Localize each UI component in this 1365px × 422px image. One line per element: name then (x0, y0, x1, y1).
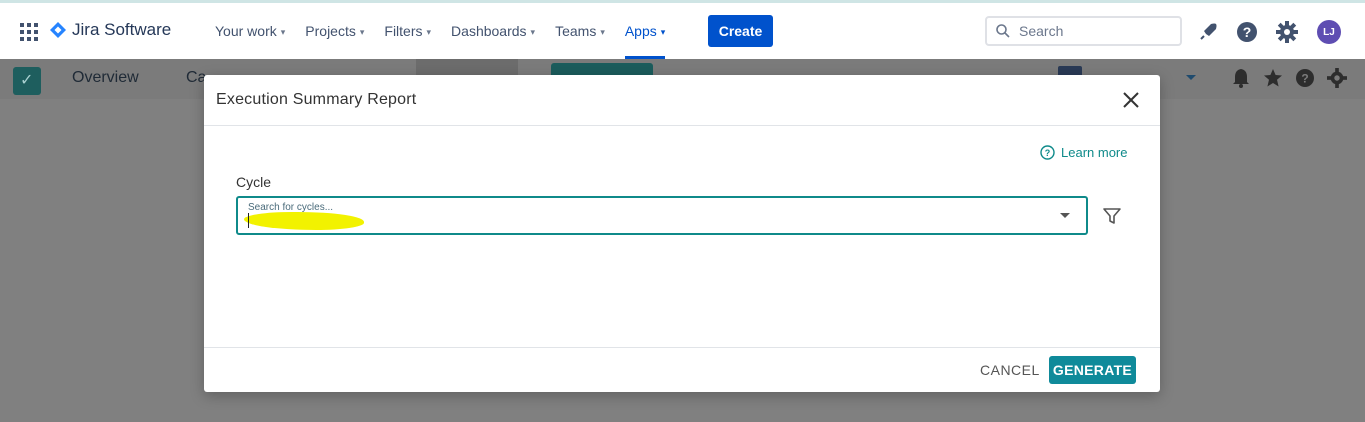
subnav-teal-button (551, 63, 653, 75)
dialog-title: Execution Summary Report (216, 91, 417, 108)
cycle-select[interactable]: Search for cycles... (236, 196, 1088, 235)
help-circle-icon: ? (1040, 145, 1055, 160)
nav-apps[interactable]: Apps ▾ (624, 3, 666, 59)
nav-label: Apps (624, 23, 657, 39)
nav-label: Your work (215, 23, 277, 39)
learn-more-link[interactable]: ? Learn more (1040, 145, 1127, 160)
user-avatar[interactable]: LJ (1317, 20, 1341, 44)
star-icon (1263, 68, 1283, 88)
nav-teams[interactable]: Teams ▾ (555, 3, 605, 59)
help-icon[interactable]: ? (1236, 21, 1258, 43)
generate-button[interactable]: GENERATE (1049, 356, 1136, 384)
yellow-highlight-mark (244, 212, 364, 230)
cycle-label: Cycle (236, 174, 272, 190)
project-icon (13, 67, 41, 95)
cancel-button[interactable]: CANCEL (980, 362, 1040, 378)
question-icon: ? (1295, 68, 1315, 88)
cog-icon (1327, 68, 1347, 88)
primary-nav: Your work ▾ Projects ▾ Filters ▾ Dashboa… (215, 3, 685, 59)
chevron-down-icon: ▾ (600, 26, 605, 37)
jira-logo[interactable]: Jira Software (50, 20, 171, 40)
search-box[interactable] (985, 16, 1182, 46)
chevron-down-icon: ▾ (530, 26, 536, 37)
settings-gear-icon[interactable] (1276, 21, 1298, 43)
nav-dashboards[interactable]: Dashboards ▾ (451, 3, 535, 59)
caret-down-icon (1186, 75, 1196, 80)
chevron-down-icon: ▾ (280, 26, 286, 37)
top-navigation: Jira Software Your work ▾ Projects ▾ Fil… (0, 3, 1365, 59)
svg-text:?: ? (1243, 24, 1252, 40)
cycle-search-placeholder: Search for cycles... (248, 202, 334, 213)
app-switcher-icon[interactable] (20, 23, 38, 41)
nav-label: Filters (384, 23, 423, 39)
learn-more-label: Learn more (1061, 145, 1128, 160)
execution-summary-dialog: Execution Summary Report ? Learn more Cy… (204, 75, 1160, 392)
nav-label: Teams (555, 23, 597, 39)
svg-text:?: ? (1301, 72, 1308, 86)
filter-icon[interactable] (1102, 206, 1122, 226)
svg-text:?: ? (1045, 148, 1051, 158)
close-icon[interactable] (1121, 90, 1141, 110)
chevron-down-icon: ▾ (660, 26, 666, 37)
chevron-down-icon: ▾ (359, 26, 365, 37)
jira-diamond-icon (50, 22, 66, 38)
search-icon (996, 24, 1010, 38)
dialog-header: Execution Summary Report (204, 75, 1160, 126)
nav-filters[interactable]: Filters ▾ (384, 3, 431, 59)
dropdown-arrow-icon[interactable] (1060, 213, 1070, 218)
nav-your-work[interactable]: Your work ▾ (215, 3, 285, 59)
create-button[interactable]: Create (708, 15, 773, 47)
product-name: Jira Software (72, 20, 172, 39)
subnav-active-tab (416, 59, 518, 75)
nav-label: Dashboards (451, 23, 527, 39)
nav-projects[interactable]: Projects ▾ (305, 3, 364, 59)
nav-label: Projects (305, 23, 356, 39)
tab-overview: Overview (72, 69, 139, 86)
notifications-icon[interactable] (1197, 21, 1219, 43)
text-cursor (248, 213, 249, 228)
bell-icon (1232, 68, 1252, 88)
chevron-down-icon: ▾ (426, 26, 432, 37)
search-input[interactable] (1017, 22, 1171, 40)
